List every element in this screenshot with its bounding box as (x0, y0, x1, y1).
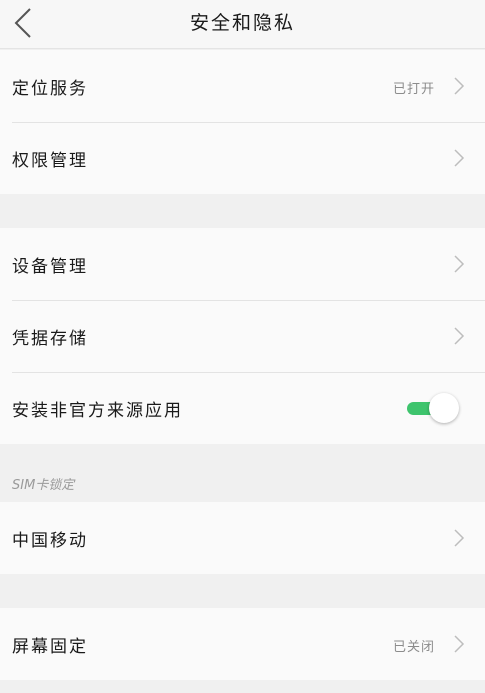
page-title: 安全和隐私 (189, 12, 295, 34)
row-label: 定位服务 (12, 79, 88, 99)
row-label: 屏幕固定 (12, 637, 88, 657)
unknown-sources-toggle[interactable] (407, 393, 459, 423)
row-label: 凭据存储 (12, 329, 88, 349)
chevron-right-icon (454, 529, 465, 547)
row-value: 已关闭 (392, 640, 435, 655)
device-management-row[interactable]: 设备管理 (0, 228, 485, 300)
toggle-knob (429, 393, 459, 423)
row-label: 权限管理 (12, 151, 88, 171)
sim-lock-section-title: SIM卡锁定 (12, 478, 75, 493)
settings-group-sim: 中国移动 (0, 502, 485, 574)
chevron-right-icon (454, 327, 465, 345)
unknown-sources-row: 安装非官方来源应用 (0, 372, 485, 444)
credential-storage-row[interactable]: 凭据存储 (0, 300, 485, 372)
settings-group-device: 设备管理 凭据存储 安装非官方来源应用 (0, 228, 485, 444)
chevron-right-icon (454, 77, 465, 95)
row-label: 安装非官方来源应用 (12, 401, 183, 421)
row-label: 中国移动 (12, 531, 88, 551)
row-label: 设备管理 (12, 257, 88, 277)
screen-pinning-row[interactable]: 屏幕固定 已关闭 (0, 608, 485, 680)
chevron-right-icon (454, 635, 465, 653)
chevron-right-icon (454, 149, 465, 167)
chevron-right-icon (454, 255, 465, 273)
location-service-row[interactable]: 定位服务 已打开 (0, 50, 485, 122)
permission-management-row[interactable]: 权限管理 (0, 122, 485, 194)
settings-group-location: 定位服务 已打开 权限管理 (0, 50, 485, 194)
settings-group-screen: 屏幕固定 已关闭 (0, 608, 485, 680)
row-value: 已打开 (392, 82, 435, 97)
china-mobile-row[interactable]: 中国移动 (0, 502, 485, 574)
top-bar: 安全和隐私 (0, 0, 485, 49)
